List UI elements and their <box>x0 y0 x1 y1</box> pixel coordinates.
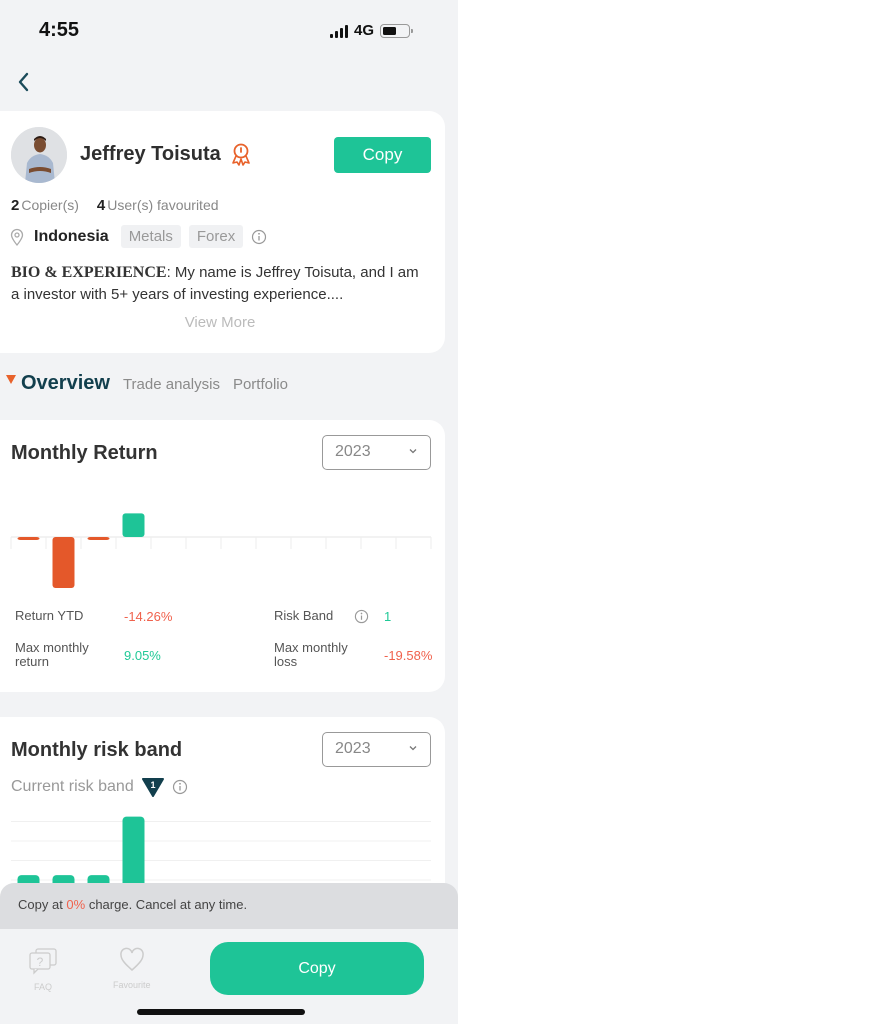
max-loss-label: Max monthly loss <box>274 640 348 669</box>
avatar[interactable] <box>11 127 67 183</box>
copy-charge-note: Copy at 0% charge. Cancel at any time. <box>0 883 458 929</box>
status-time: 4:55 <box>39 19 80 41</box>
location-row: Indonesia Metals Forex <box>10 225 267 248</box>
copiers-stat: 2 Copier(s) <box>11 197 79 214</box>
return-bar-mar <box>87 537 110 540</box>
faq-label: FAQ <box>33 982 52 992</box>
location-name: Indonesia <box>34 227 109 245</box>
copy-button-bottom[interactable]: Copy <box>210 942 424 995</box>
chevron-down-icon <box>409 746 417 751</box>
status-indicators: 4G <box>330 22 414 39</box>
bio: BIO & EXPERIENCE: My name is Jeffrey Toi… <box>11 262 431 306</box>
battery-icon <box>380 23 414 38</box>
risk-band-info-icon[interactable] <box>354 609 369 624</box>
risk-band-value: 1 <box>384 609 392 624</box>
favourite-button[interactable]: Favourite <box>113 947 151 990</box>
max-return-label: Max monthly return <box>15 640 89 669</box>
current-risk-band-label: Current risk band <box>11 778 134 795</box>
favourited-stat: 4 User(s) favourited <box>96 197 219 214</box>
phone-screen: 4:55 4G Jeffrey Toisuta Copy 2 Copier(s)… <box>0 0 458 1024</box>
award-badge-icon <box>232 143 250 166</box>
back-chevron-icon[interactable] <box>12 68 36 96</box>
faq-icon: ? <box>29 948 57 975</box>
return-ytd-value: -14.26% <box>124 609 173 624</box>
bottom-action-bar: ? FAQ Favourite Copy <box>0 929 458 1024</box>
risk-band-title: Monthly risk band <box>11 739 183 761</box>
monthly-return-chart <box>10 513 432 588</box>
max-loss-value: -19.58% <box>384 648 433 663</box>
return-ytd-label: Return YTD <box>15 608 84 623</box>
info-icon[interactable] <box>251 229 267 245</box>
current-risk-info-icon[interactable] <box>172 779 188 795</box>
monthly-return-card: Monthly Return 2023 Return YTD -14.26% R… <box>0 420 445 692</box>
svg-text:1: 1 <box>150 780 155 790</box>
profile-stats: 2 Copier(s) 4 User(s) favourited <box>11 197 219 214</box>
network-type: 4G <box>354 22 375 39</box>
risk-band-label: Risk Band <box>274 608 334 623</box>
copy-button-top[interactable]: Copy <box>334 137 431 173</box>
return-bar-apr <box>122 513 145 537</box>
chevron-down-icon <box>409 449 417 454</box>
tag-forex: Forex <box>188 225 244 248</box>
charge-percent: 0% <box>66 897 86 912</box>
tag-metals: Metals <box>120 225 181 248</box>
current-risk-band: Current risk band 1 <box>11 777 188 797</box>
return-bar-jan <box>17 537 40 540</box>
faq-button[interactable]: ? FAQ <box>28 947 58 992</box>
status-bar: 4:55 4G <box>0 0 458 62</box>
home-indicator <box>137 1009 305 1015</box>
location-pin-icon <box>10 228 24 246</box>
section-tabs: Overview Trade analysis Portfolio <box>6 372 288 395</box>
profile-card: Jeffrey Toisuta Copy 2 Copier(s) 4 User(s)… <box>0 111 445 353</box>
bio-label: BIO & EXPERIENCE <box>11 264 167 281</box>
max-return-value: 9.05% <box>124 648 161 663</box>
favourite-label: Favourite <box>113 980 151 990</box>
view-more-link[interactable]: View More <box>0 314 440 331</box>
tab-overview[interactable]: Overview <box>21 372 110 395</box>
risk-year-select[interactable]: 2023 <box>322 732 431 767</box>
trader-name: Jeffrey Toisuta <box>80 143 221 165</box>
monthly-return-title: Monthly Return <box>11 442 158 464</box>
svg-text:?: ? <box>37 955 44 969</box>
tab-trade-analysis[interactable]: Trade analysis <box>123 376 220 393</box>
return-year-select[interactable]: 2023 <box>322 435 431 470</box>
heart-icon <box>120 947 144 971</box>
return-bar-feb <box>52 537 75 588</box>
tab-portfolio[interactable]: Portfolio <box>233 376 288 393</box>
signal-icon <box>330 24 348 38</box>
risk-band-shield-icon: 1 <box>141 778 164 797</box>
active-tab-indicator-icon <box>6 375 16 384</box>
